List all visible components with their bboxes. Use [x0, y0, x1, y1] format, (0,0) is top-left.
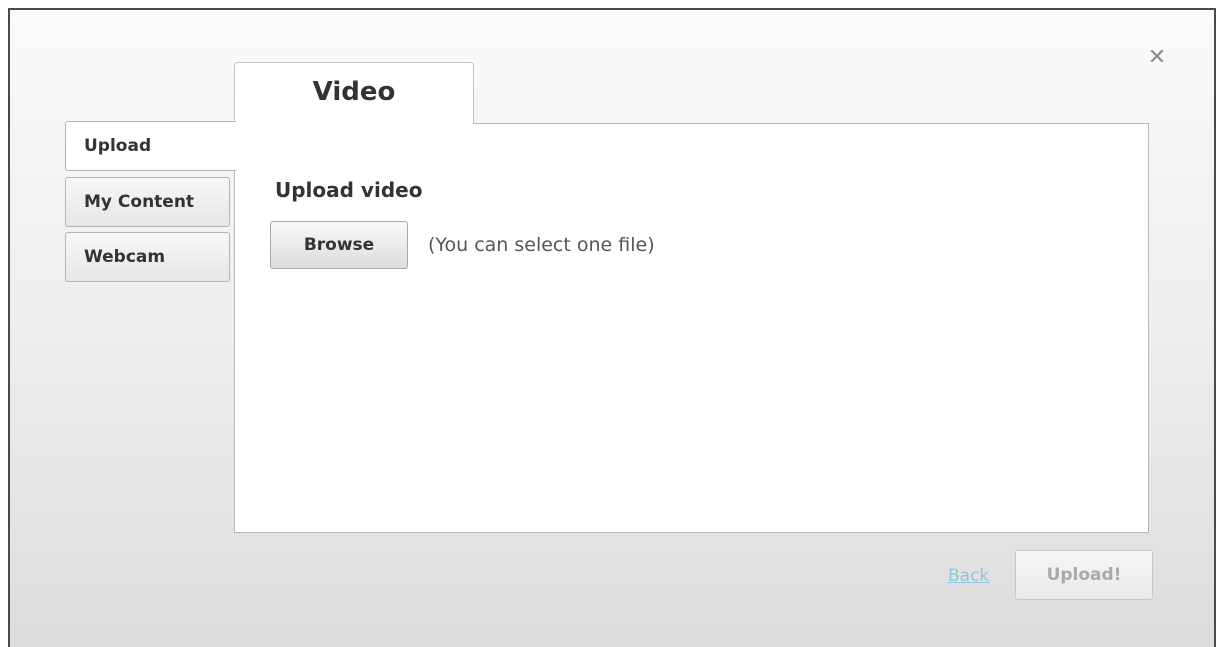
- browse-button[interactable]: Browse: [270, 221, 408, 269]
- sidebar-item-label: Upload: [84, 136, 152, 156]
- sidebar-item-upload[interactable]: Upload: [65, 121, 237, 171]
- sidebar-item-label: My Content: [84, 192, 195, 212]
- sidebar-item-label: Webcam: [84, 247, 166, 267]
- upload-panel: Upload video Browse (You can select one …: [234, 123, 1149, 533]
- back-link[interactable]: Back: [948, 566, 989, 586]
- file-select-hint: (You can select one file): [428, 234, 655, 256]
- upload-dialog: ✕ Upload My Content Webcam Video Upload …: [8, 8, 1216, 647]
- sidebar-item-my-content[interactable]: My Content: [65, 177, 230, 227]
- sidebar-item-webcam[interactable]: Webcam: [65, 232, 230, 282]
- close-icon[interactable]: ✕: [1145, 46, 1169, 70]
- upload-button[interactable]: Upload!: [1015, 550, 1153, 600]
- tab-video: Video: [234, 62, 474, 124]
- page-title: Video: [312, 77, 396, 107]
- section-heading: Upload video: [275, 178, 423, 202]
